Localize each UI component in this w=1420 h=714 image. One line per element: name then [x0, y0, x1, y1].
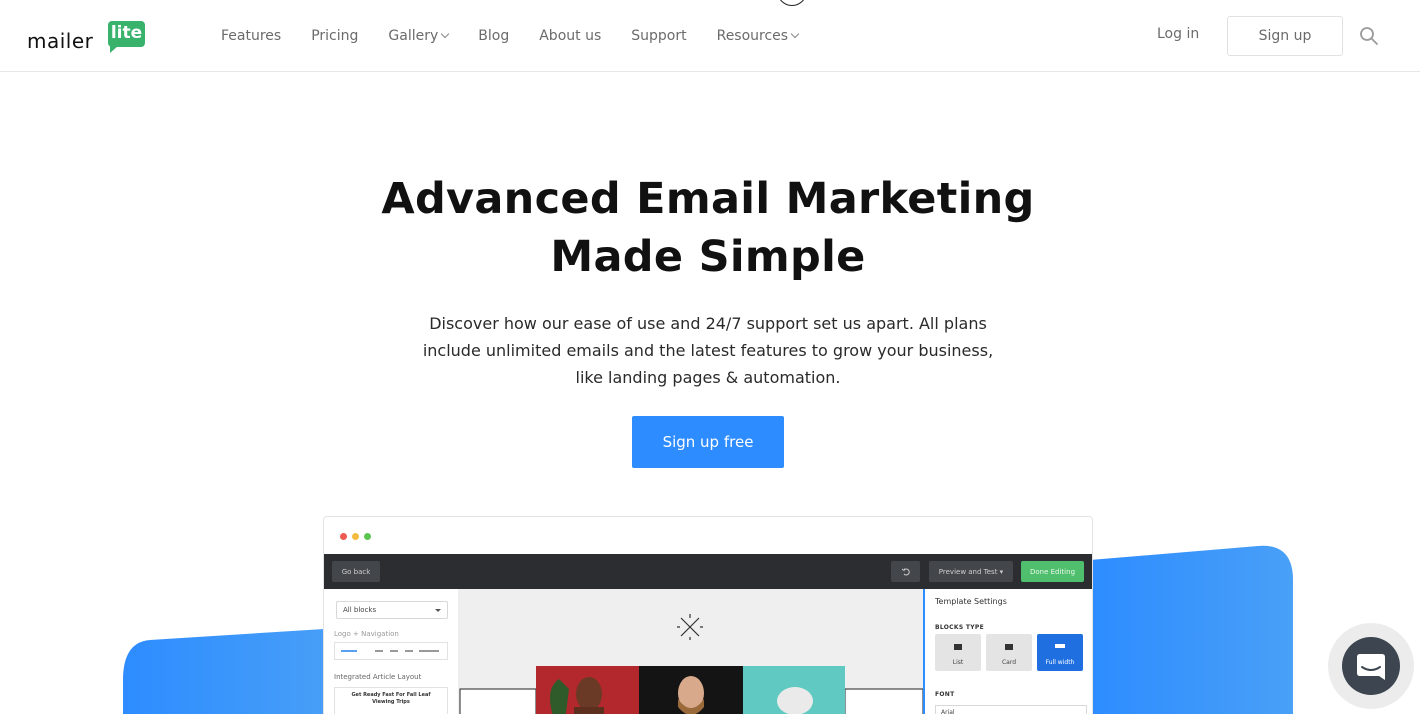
blocks-filter-select: All blocks: [336, 601, 448, 619]
hero-subtitle: Discover how our ease of use and 24/7 su…: [422, 314, 994, 387]
login-link[interactable]: Log in: [1157, 26, 1199, 42]
nav-support[interactable]: Support: [631, 28, 686, 44]
window-minimize-dot: [352, 533, 359, 540]
site-header: mailer lite Features Pricing Gallery Blo…: [0, 0, 1420, 72]
chevron-down-icon: [441, 29, 450, 39]
nav-pricing[interactable]: Pricing: [311, 28, 358, 44]
preview-and-test-button: Preview and Test ▾: [929, 561, 1013, 582]
blocks-type-label: BLOCKS TYPE: [935, 624, 984, 631]
nav-features[interactable]: Features: [221, 28, 281, 44]
chat-icon: [1357, 654, 1385, 680]
search-icon[interactable]: [1359, 26, 1379, 46]
window-controls: [340, 533, 371, 540]
logo-badge: lite: [108, 21, 145, 53]
brand-emblem-icon: [677, 614, 703, 640]
logo-wordmark: mailer: [27, 29, 94, 53]
nav-gallery[interactable]: Gallery: [388, 28, 450, 44]
nav-features-label: Features: [221, 28, 282, 44]
blocks-panel: All blocks Logo + Navigation Integrated …: [324, 589, 459, 714]
nav-support-label: Support: [631, 28, 687, 44]
section-integrated-article: Integrated Article Layout: [334, 673, 422, 681]
editor-toolbar: Go back Preview and Test ▾ Done Editing: [324, 554, 1092, 589]
font-label: FONT: [935, 691, 955, 698]
signup-button[interactable]: Sign up: [1227, 16, 1343, 56]
editor-preview-window: Go back Preview and Test ▾ Done Editing …: [323, 516, 1093, 714]
hero-title: Advanced Email Marketing Made Simple: [310, 170, 1106, 286]
hero-title-line2: Made Simple: [550, 232, 866, 282]
main-nav: Features Pricing Gallery Blog About us S…: [221, 0, 828, 72]
done-editing-button: Done Editing: [1021, 561, 1084, 582]
window-maximize-dot: [364, 533, 371, 540]
block-type-full-width-label: Full width: [1045, 659, 1075, 666]
nav-blog-label: Blog: [478, 28, 510, 44]
email-preview-graphic: [459, 614, 924, 714]
undo-icon: [891, 561, 920, 582]
nav-resources-label: Resources: [716, 28, 789, 44]
block-type-list: List: [935, 634, 981, 671]
block-type-card-label: Card: [1001, 659, 1017, 666]
chat-launcher-button[interactable]: [1342, 637, 1400, 695]
nav-resources[interactable]: Resources: [716, 28, 800, 44]
nav-blog[interactable]: Blog: [478, 28, 509, 44]
signup-free-button[interactable]: Sign up free: [632, 416, 784, 468]
hero-title-line1: Advanced Email Marketing: [381, 174, 1035, 224]
go-back-button: Go back: [332, 561, 380, 582]
email-canvas: [459, 589, 924, 714]
font-select: Arial: [935, 705, 1087, 714]
nav-about-us[interactable]: About us: [539, 28, 601, 44]
nav-about-label: About us: [539, 28, 602, 44]
window-close-dot: [340, 533, 347, 540]
block-type-full-width: Full width: [1037, 634, 1083, 671]
template-settings-title: Template Settings: [935, 597, 1007, 606]
mailerlite-logo[interactable]: mailer lite: [27, 21, 157, 53]
nav-pricing-label: Pricing: [311, 28, 359, 44]
chat-widget: [1328, 623, 1414, 709]
section-logo-navigation: Logo + Navigation: [334, 630, 399, 638]
nav-gallery-label: Gallery: [388, 28, 439, 44]
template-settings-panel: Template Settings BLOCKS TYPE List Card …: [923, 589, 1092, 714]
block-thumbnail-navigation: [334, 642, 448, 660]
block-type-list-label: List: [952, 659, 964, 666]
block-thumbnail-article: Get Ready Fast For Fall Leaf Viewing Tri…: [334, 687, 448, 714]
chevron-down-icon: [790, 29, 800, 39]
block-type-card: Card: [986, 634, 1032, 671]
